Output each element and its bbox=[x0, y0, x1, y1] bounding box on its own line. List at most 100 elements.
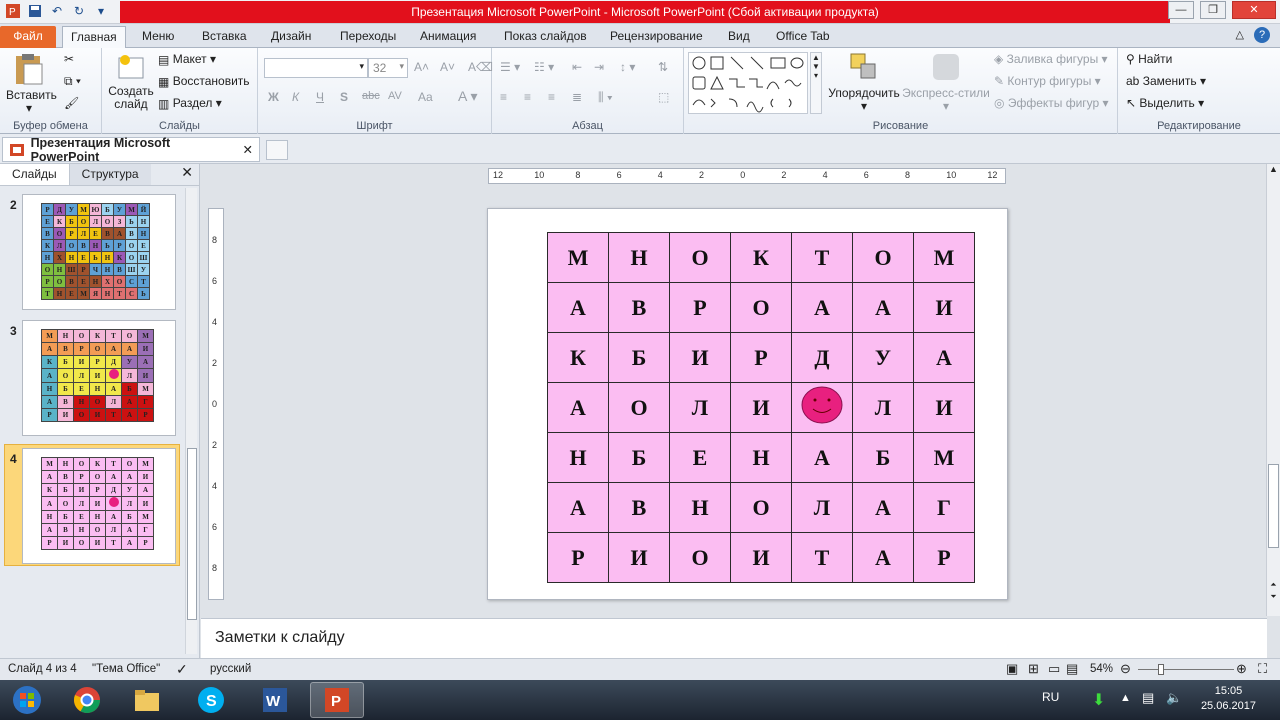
grid-cell[interactable]: М bbox=[547, 232, 609, 283]
grid-cell[interactable]: М bbox=[913, 432, 975, 483]
prev-slide-icon[interactable]: ⏶ bbox=[1267, 580, 1280, 590]
grid-cell[interactable]: Т bbox=[791, 532, 853, 583]
notes-pane[interactable]: Заметки к слайду bbox=[201, 618, 1267, 658]
grid-cell[interactable]: Л bbox=[852, 382, 914, 433]
grid-cell[interactable]: О bbox=[608, 382, 670, 433]
strikethrough-button[interactable]: abc bbox=[362, 90, 380, 102]
normal-view-icon[interactable]: ▣ bbox=[1006, 661, 1018, 677]
increase-indent-icon[interactable]: ⇥ bbox=[594, 60, 604, 74]
tab-office-tab[interactable]: Office Tab bbox=[768, 26, 838, 48]
scroll-thumb[interactable] bbox=[1268, 464, 1279, 548]
grid-cell[interactable]: И bbox=[730, 382, 792, 433]
select-button[interactable]: ↖ Выделить ▾ bbox=[1126, 96, 1204, 110]
fit-slide-icon[interactable]: ⛶ bbox=[1258, 661, 1267, 677]
letter-grid-table[interactable]: МНОКТОМАВРОААИКБИРДУААОЛИЛИНБЕНАБМАВНОЛА… bbox=[547, 232, 975, 583]
tab-menu[interactable]: Меню bbox=[134, 26, 182, 48]
grid-cell[interactable]: Б bbox=[852, 432, 914, 483]
maximize-button[interactable]: ❐ bbox=[1200, 1, 1226, 19]
tab-insert[interactable]: Вставка bbox=[194, 26, 255, 48]
paste-button[interactable]: Вставить ▾ bbox=[6, 52, 57, 115]
minimize-button[interactable]: — bbox=[1168, 1, 1194, 19]
italic-button[interactable]: К bbox=[292, 90, 299, 104]
grid-cell[interactable]: Р bbox=[913, 532, 975, 583]
find-button[interactable]: ⚲ Найти bbox=[1126, 52, 1172, 66]
grid-cell[interactable]: О bbox=[730, 282, 792, 333]
vertical-scrollbar[interactable]: ▲ ⏶ ⏷ bbox=[1266, 164, 1280, 616]
shrink-font-icon[interactable]: A˅ bbox=[440, 60, 455, 74]
bullets-icon[interactable]: ☰ ▾ bbox=[500, 60, 520, 74]
font-color-icon[interactable]: A ▾ bbox=[458, 88, 477, 105]
grid-cell[interactable]: Р bbox=[547, 532, 609, 583]
grid-cell[interactable]: В bbox=[608, 282, 670, 333]
shape-fill-button[interactable]: ◈ Заливка фигуры ▾ bbox=[994, 52, 1108, 66]
copy-icon[interactable]: ⧉ ▾ bbox=[64, 74, 81, 89]
grid-cell[interactable]: Б bbox=[608, 332, 670, 383]
next-slide-icon[interactable]: ⏷ bbox=[1267, 592, 1280, 602]
shapes-gallery[interactable] bbox=[688, 52, 808, 114]
grid-cell[interactable]: Н bbox=[608, 232, 670, 283]
grid-cell[interactable]: Г bbox=[913, 482, 975, 533]
slide-thumbnail-3[interactable]: МНОКТОМАВРОААИКБИРДУААОЛИЛИНБЕНАБМАВНОЛА… bbox=[22, 320, 176, 436]
grid-cell[interactable]: В bbox=[608, 482, 670, 533]
section-button[interactable]: ▥ Раздел ▾ bbox=[158, 96, 222, 111]
word-taskbar-button[interactable]: W bbox=[248, 682, 302, 718]
decrease-indent-icon[interactable]: ⇤ bbox=[572, 60, 582, 74]
panel-scrollbar[interactable] bbox=[185, 188, 197, 654]
skype-taskbar-button[interactable]: S bbox=[184, 682, 238, 718]
slideshow-icon[interactable]: ▤ bbox=[1066, 661, 1078, 677]
grid-cell[interactable]: У bbox=[852, 332, 914, 383]
tab-slides[interactable]: Слайды bbox=[0, 164, 70, 185]
align-left-icon[interactable]: ≡ bbox=[500, 90, 507, 104]
font-name-combo[interactable]: ▾ bbox=[264, 58, 368, 78]
grid-cell[interactable]: И bbox=[913, 282, 975, 333]
language-label[interactable]: русский bbox=[210, 663, 251, 675]
grid-cell-smiley[interactable] bbox=[791, 382, 853, 433]
redo-icon[interactable]: ↻ bbox=[70, 2, 88, 20]
layout-button[interactable]: ▤ Макет ▾ bbox=[158, 52, 216, 67]
shape-outline-button[interactable]: ✎ Контур фигуры ▾ bbox=[994, 74, 1101, 88]
spellcheck-icon[interactable]: ✓ bbox=[176, 661, 188, 678]
powerpoint-taskbar-button[interactable]: P bbox=[310, 682, 364, 718]
tab-transitions[interactable]: Переходы bbox=[332, 26, 404, 48]
grid-cell[interactable]: А bbox=[547, 282, 609, 333]
grid-cell[interactable]: А bbox=[791, 282, 853, 333]
replace-button[interactable]: ab Заменить ▾ bbox=[1126, 74, 1206, 88]
close-button[interactable]: ✕ bbox=[1232, 1, 1276, 19]
zoom-slider-thumb[interactable] bbox=[1158, 664, 1164, 675]
grid-cell[interactable]: О bbox=[852, 232, 914, 283]
grid-cell[interactable]: Е bbox=[669, 432, 731, 483]
grid-cell[interactable]: Б bbox=[608, 432, 670, 483]
document-tab[interactable]: Презентация Microsoft PowerPoint ✕ bbox=[2, 136, 260, 164]
explorer-taskbar-button[interactable] bbox=[120, 682, 174, 718]
numbering-icon[interactable]: ☷ ▾ bbox=[534, 60, 554, 74]
undo-icon[interactable]: ↶ bbox=[48, 2, 66, 20]
reading-view-icon[interactable]: ▭ bbox=[1048, 661, 1060, 677]
scroll-up-icon[interactable]: ▲ bbox=[1267, 164, 1280, 174]
slide-thumbnail-4[interactable]: МНОКТОМАВРОААИКБИРДУААОЛИЛИНБЕНАБМАВНОЛА… bbox=[22, 448, 176, 564]
smartart-icon[interactable]: ⬚ bbox=[658, 90, 669, 104]
underline-button[interactable]: Ч bbox=[316, 90, 324, 104]
tab-view[interactable]: Вид bbox=[720, 26, 758, 48]
shadow-button[interactable]: S bbox=[340, 90, 348, 104]
grid-cell[interactable]: О bbox=[730, 482, 792, 533]
tab-slideshow[interactable]: Показ слайдов bbox=[496, 26, 595, 48]
quick-styles-button[interactable]: Экспресс-стили ▾ bbox=[902, 50, 990, 113]
arrange-button[interactable]: Упорядочить ▾ bbox=[826, 50, 902, 113]
slide-sorter-icon[interactable]: ⊞ bbox=[1028, 661, 1039, 677]
grid-cell[interactable]: О bbox=[669, 532, 731, 583]
clock[interactable]: 15:05 25.06.2017 bbox=[1201, 684, 1256, 714]
close-panel-icon[interactable]: ✕ bbox=[181, 164, 193, 181]
tab-design[interactable]: Дизайн bbox=[263, 26, 319, 48]
customize-qat-icon[interactable]: ▾ bbox=[92, 2, 110, 20]
zoom-level[interactable]: 54% bbox=[1090, 663, 1113, 675]
char-spacing-button[interactable]: AV bbox=[388, 90, 402, 102]
tab-animation[interactable]: Анимация bbox=[412, 26, 484, 48]
shape-effects-button[interactable]: ◎ Эффекты фигур ▾ bbox=[994, 96, 1109, 110]
minimize-ribbon-icon[interactable]: △ bbox=[1236, 28, 1244, 41]
change-case-button[interactable]: Aa bbox=[418, 90, 433, 104]
grid-cell[interactable]: И bbox=[913, 382, 975, 433]
vertical-ruler[interactable]: 8 6 4 2 0 2 4 6 8 bbox=[208, 208, 224, 600]
reset-button[interactable]: ▦ Восстановить bbox=[158, 74, 250, 89]
grid-cell[interactable]: Н bbox=[730, 432, 792, 483]
grid-cell[interactable]: Н bbox=[547, 432, 609, 483]
